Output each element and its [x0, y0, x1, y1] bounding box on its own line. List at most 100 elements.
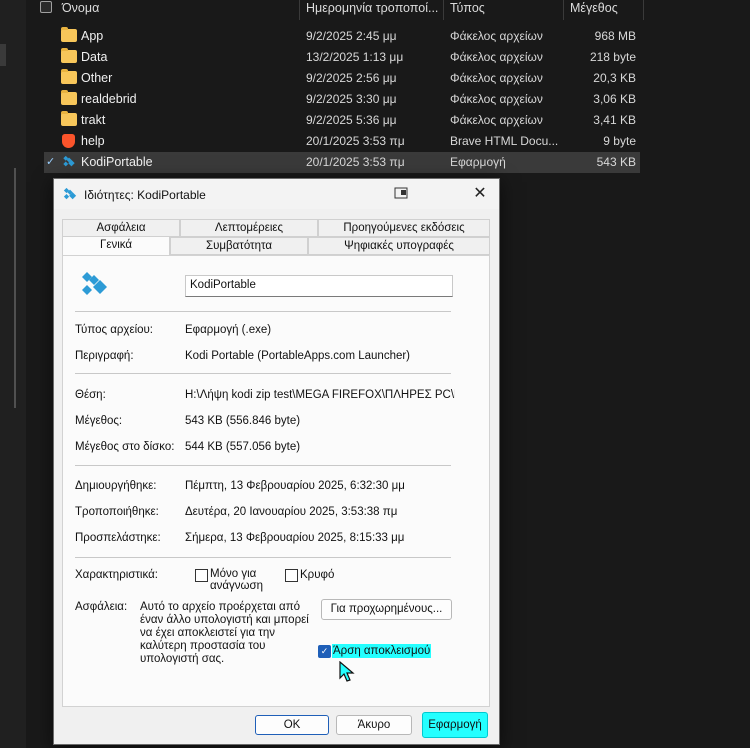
accessed-label: Προσπελάστηκε: [75, 532, 161, 544]
file-name: Other [81, 71, 113, 85]
file-type: Εφαρμογή [450, 155, 506, 169]
kodi-app-icon [82, 272, 107, 295]
accessed-value: Σήμερα, 13 Φεβρουαρίου 2025, 8:15:33 μμ [185, 532, 405, 544]
brave-icon [62, 134, 75, 148]
file-name: KodiPortable [81, 155, 153, 169]
column-header-row: Όνομα Ημερομηνία τροποποί... Τύπος Μέγεθ… [26, 0, 646, 20]
modified-value: Δευτέρα, 20 Ιανουαρίου 2025, 3:53:38 πμ [185, 506, 398, 518]
column-header-name[interactable]: Όνομα [56, 0, 300, 20]
file-size: 543 KB [596, 155, 636, 169]
size-on-disk-label: Μέγεθος στο δίσκο: [75, 441, 175, 453]
dialog-title: Ιδιότητες: KodiPortable [84, 188, 206, 202]
description-value: Kodi Portable (PortableApps.com Launcher… [185, 350, 411, 362]
file-date: 13/2/2025 1:13 μμ [306, 50, 404, 64]
file-row-app[interactable]: App 9/2/2025 2:45 μμ Φάκελος αρχείων 968… [44, 26, 640, 47]
nav-scrollbar[interactable] [14, 168, 16, 408]
close-icon[interactable]: ✕ [470, 184, 490, 204]
attributes-label: Χαρακτηριστικά: [75, 569, 158, 581]
folder-icon [61, 69, 77, 84]
security-label: Ασφάλεια: [75, 601, 128, 613]
file-date: 20/1/2025 3:53 πμ [306, 155, 405, 169]
column-header-date[interactable]: Ημερομηνία τροποποί... [300, 0, 444, 20]
file-row-trakt[interactable]: trakt 9/2/2025 5:36 μμ Φάκελος αρχείων 3… [44, 110, 640, 131]
restore-icon[interactable] [394, 187, 408, 199]
file-type-label: Τύπος αρχείου: [75, 324, 154, 336]
file-size: 218 byte [589, 50, 636, 64]
file-name: realdebrid [81, 92, 137, 106]
created-value: Πέμπτη, 13 Φεβρουαρίου 2025, 6:32:30 μμ [185, 480, 405, 492]
file-name: trakt [81, 113, 106, 127]
ok-button[interactable]: OK [255, 715, 329, 735]
modified-label: Τροποποιήθηκε: [75, 506, 159, 518]
size-label: Μέγεθος: [75, 415, 123, 427]
mouse-cursor-icon [339, 661, 355, 682]
file-row-help[interactable]: help 20/1/2025 3:53 πμ Brave HTML Docu..… [44, 131, 640, 152]
file-date: 9/2/2025 3:30 μμ [306, 92, 397, 106]
tab-strip: Ασφάλεια Λεπτομέρειες Προηγούμενες εκδόσ… [62, 219, 490, 257]
file-size: 3,41 KB [593, 113, 636, 127]
file-row-realdebrid[interactable]: realdebrid 9/2/2025 3:30 μμ Φάκελος αρχε… [44, 89, 640, 110]
size-on-disk-value: 544 KB (557.056 byte) [185, 441, 301, 453]
file-type-value: Εφαρμογή (.exe) [185, 324, 272, 336]
file-date: 9/2/2025 2:56 μμ [306, 71, 397, 85]
tab-security[interactable]: Ασφάλεια [62, 219, 180, 237]
readonly-label-line2: ανάγνωση [210, 580, 264, 592]
file-name: Data [81, 50, 108, 64]
file-type: Φάκελος αρχείων [450, 29, 543, 43]
file-type: Φάκελος αρχείων [450, 50, 543, 64]
file-type: Φάκελος αρχείων [450, 92, 543, 106]
apply-button[interactable]: Εφαρμογή [422, 712, 488, 738]
tab-digital-signatures[interactable]: Ψηφιακές υπογραφές [308, 237, 490, 255]
file-type: Φάκελος αρχείων [450, 71, 543, 85]
divider [75, 557, 451, 558]
location-value: H:\Λήψη kodi zip test\MEGA FIREFOX\ΠΛΗΡΕ… [185, 389, 455, 401]
general-tab-panel: KodiPortable Τύπος αρχείου: Εφαρμογή (.e… [62, 255, 490, 707]
file-size: 9 byte [603, 134, 636, 148]
column-header-type[interactable]: Τύπος [444, 0, 564, 20]
file-size: 3,06 KB [593, 92, 636, 106]
divider [75, 465, 451, 466]
tab-details[interactable]: Λεπτομέρειες [180, 219, 318, 237]
tab-compatibility[interactable]: Συμβατότητα [170, 237, 308, 255]
folder-icon [61, 90, 77, 105]
location-label: Θέση: [75, 389, 106, 401]
tab-general[interactable]: Γενικά [62, 236, 170, 256]
size-value: 543 KB (556.846 byte) [185, 415, 301, 427]
cancel-button[interactable]: Άκυρο [336, 715, 412, 735]
created-label: Δημιουργήθηκε: [75, 480, 157, 492]
file-name-input[interactable]: KodiPortable [185, 275, 453, 297]
divider [75, 311, 451, 312]
file-name: App [81, 29, 104, 43]
file-date: 9/2/2025 2:45 μμ [306, 29, 397, 43]
description-label: Περιγραφή: [75, 350, 134, 362]
kodi-icon [63, 187, 77, 200]
folder-icon [61, 27, 77, 42]
row-checkmark-icon[interactable]: ✓ [46, 157, 57, 168]
file-row-data[interactable]: Data 13/2/2025 1:13 μμ Φάκελος αρχείων 2… [44, 47, 640, 68]
properties-dialog: Ιδιότητες: KodiPortable ✕ Ασφάλεια Λεπτο… [53, 178, 500, 745]
hidden-checkbox[interactable] [285, 569, 298, 582]
file-name: help [81, 134, 105, 148]
file-date: 9/2/2025 5:36 μμ [306, 113, 397, 127]
readonly-checkbox[interactable] [195, 569, 208, 582]
file-type: Brave HTML Docu... [450, 134, 559, 148]
folder-icon [61, 48, 77, 63]
column-header-size[interactable]: Μέγεθος [564, 0, 644, 20]
navigation-pane [0, 0, 26, 748]
divider [75, 373, 451, 374]
advanced-button[interactable]: Για προχωρημένους... [321, 599, 452, 620]
dialog-titlebar[interactable]: Ιδιότητες: KodiPortable ✕ [54, 179, 499, 209]
unblock-checkbox[interactable]: ✓ [318, 645, 331, 658]
hidden-label: Κρυφό [300, 569, 335, 581]
security-message: Αυτό το αρχείο προέρχεται από έναν άλλο … [140, 601, 309, 665]
unblock-label: Άρση αποκλεισμού [332, 644, 432, 658]
file-date: 20/1/2025 3:53 πμ [306, 134, 405, 148]
select-all-checkbox[interactable] [40, 1, 52, 13]
tab-previous-versions[interactable]: Προηγούμενες εκδόσεις [318, 219, 490, 237]
readonly-label-line1: Μόνο για [210, 568, 257, 580]
file-row-other[interactable]: Other 9/2/2025 2:56 μμ Φάκελος αρχείων 2… [44, 68, 640, 89]
file-row-kodiportable[interactable]: ✓ KodiPortable 20/1/2025 3:53 πμ Εφαρμογ… [44, 152, 640, 173]
folder-icon [61, 111, 77, 126]
file-type: Φάκελος αρχείων [450, 113, 543, 127]
file-size: 968 MB [594, 29, 636, 43]
